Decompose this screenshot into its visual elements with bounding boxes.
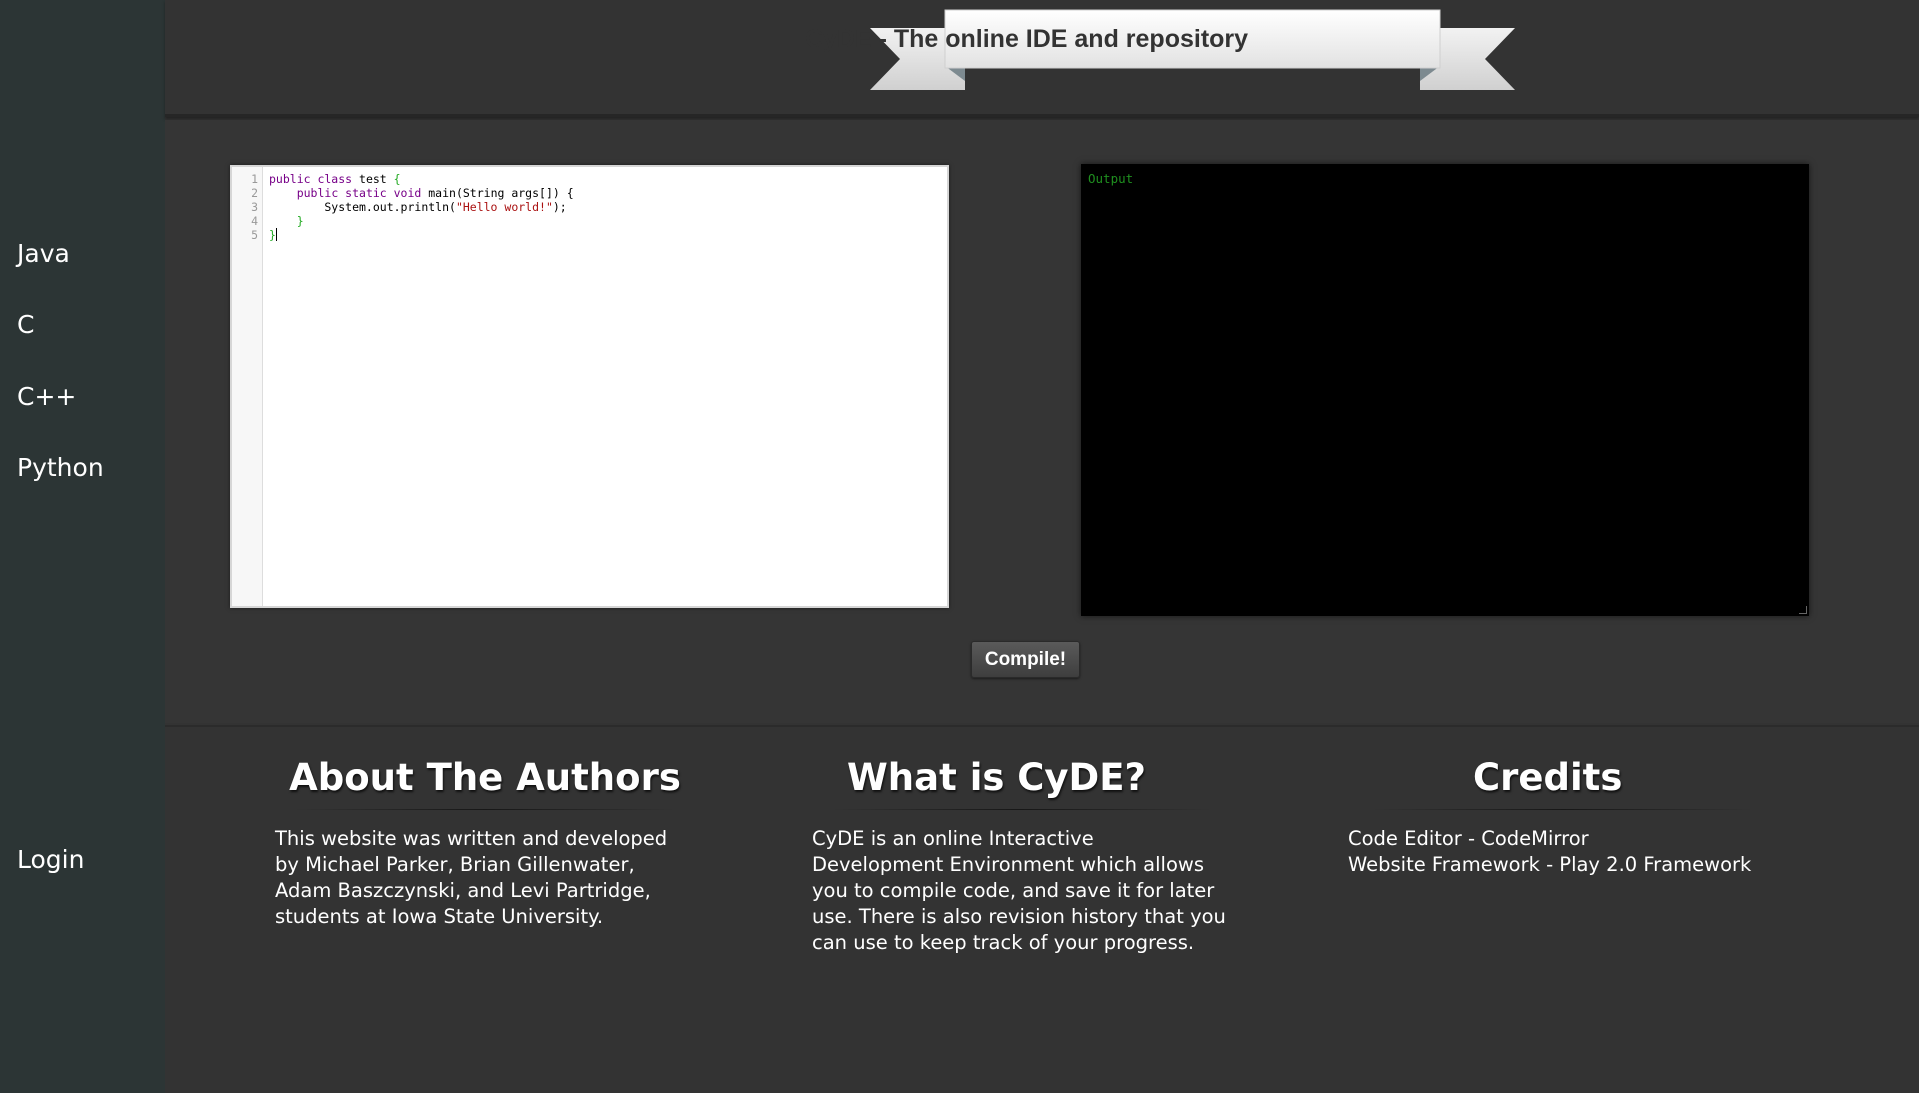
- footer-credits-title: Credits: [1473, 756, 1623, 799]
- code-line: public class test {: [269, 172, 401, 186]
- code-keyword: public static void: [296, 186, 422, 200]
- code-editor[interactable]: 1 2 3 4 5 public class test { public sta…: [230, 165, 949, 608]
- login-link[interactable]: Login: [17, 845, 84, 875]
- footer-what: What is CyDE? CyDE is an online Interact…: [812, 755, 1242, 956]
- footer-about-line: This website was written and developed: [275, 827, 668, 850]
- line-number-gutter: 1 2 3 4 5: [232, 167, 263, 606]
- page-title: CyDE - The online IDE and repository: [804, 24, 1249, 53]
- output-console[interactable]: Output: [1081, 164, 1809, 616]
- code-brace: }: [296, 214, 304, 228]
- code-keyword: public class: [269, 172, 353, 186]
- line-number: 3: [251, 200, 258, 214]
- footer-what-line: CyDE is an online Interactive: [812, 827, 1094, 850]
- footer-what-text: CyDE is an online Interactive Developmen…: [812, 826, 1242, 956]
- footer-divider: [832, 809, 1212, 810]
- sidebar-item-java[interactable]: Java: [17, 239, 70, 269]
- footer-divider: [295, 809, 675, 810]
- header: CyDE - The online IDE and repository: [165, 0, 1919, 117]
- footer-what-line: you to compile code, and save it for lat…: [812, 879, 1215, 902]
- footer-what-line: can use to keep track of your progress.: [812, 931, 1195, 954]
- code-line: System.out.println("Hello world!");: [269, 200, 567, 214]
- line-number: 1: [251, 172, 258, 186]
- footer: About The Authors This website was writt…: [165, 725, 1919, 1093]
- code-line: }: [269, 214, 304, 228]
- footer-about-text: This website was written and developed b…: [275, 826, 695, 930]
- footer-about-line: Adam Baszczynski, and Levi Partridge,: [275, 879, 651, 902]
- footer-divider: [1373, 809, 1753, 810]
- footer-about-line: by Michael Parker, Brian Gillenwater,: [275, 853, 635, 876]
- footer-credits-text: Code Editor - CodeMirror Website Framewo…: [1348, 826, 1788, 878]
- footer-about-line: students at Iowa State University.: [275, 905, 604, 928]
- output-label: Output: [1088, 171, 1134, 186]
- footer-credits-line: Code Editor - CodeMirror: [1348, 827, 1589, 850]
- code-brace: {: [393, 172, 401, 186]
- code-line: }: [269, 228, 277, 242]
- code-line: public static void main(String args[]) {: [269, 186, 574, 200]
- line-number: 4: [251, 214, 258, 228]
- resize-grip-icon[interactable]: [1799, 606, 1807, 614]
- footer-credits: Credits Code Editor - CodeMirror Website…: [1348, 755, 1788, 878]
- code-brace: }: [269, 228, 276, 242]
- footer-about-title: About The Authors: [289, 756, 681, 799]
- compile-button[interactable]: Compile!: [971, 641, 1080, 678]
- code-text: test: [352, 172, 394, 186]
- code-string: "Hello world!": [455, 200, 553, 214]
- code-text: );: [552, 200, 567, 214]
- footer-what-line: Development Environment which allows: [812, 853, 1205, 876]
- line-number: 5: [251, 228, 258, 242]
- footer-credits-line: Website Framework - Play 2.0 Framework: [1348, 853, 1752, 876]
- line-number: 2: [251, 186, 258, 200]
- code-text: System.out.println(: [269, 200, 456, 214]
- text-cursor: [275, 228, 277, 241]
- footer-what-title: What is CyDE?: [847, 756, 1146, 799]
- code-text: main(String args[]) {: [421, 186, 574, 200]
- sidebar-item-c[interactable]: C: [17, 310, 34, 340]
- footer-what-line: use. There is also revision history that…: [812, 905, 1226, 928]
- sidebar-item-python[interactable]: Python: [17, 453, 104, 483]
- sidebar: Java C C++ Python Login: [0, 0, 165, 1093]
- footer-about: About The Authors This website was writt…: [275, 755, 695, 930]
- sidebar-item-cpp[interactable]: C++: [17, 382, 76, 412]
